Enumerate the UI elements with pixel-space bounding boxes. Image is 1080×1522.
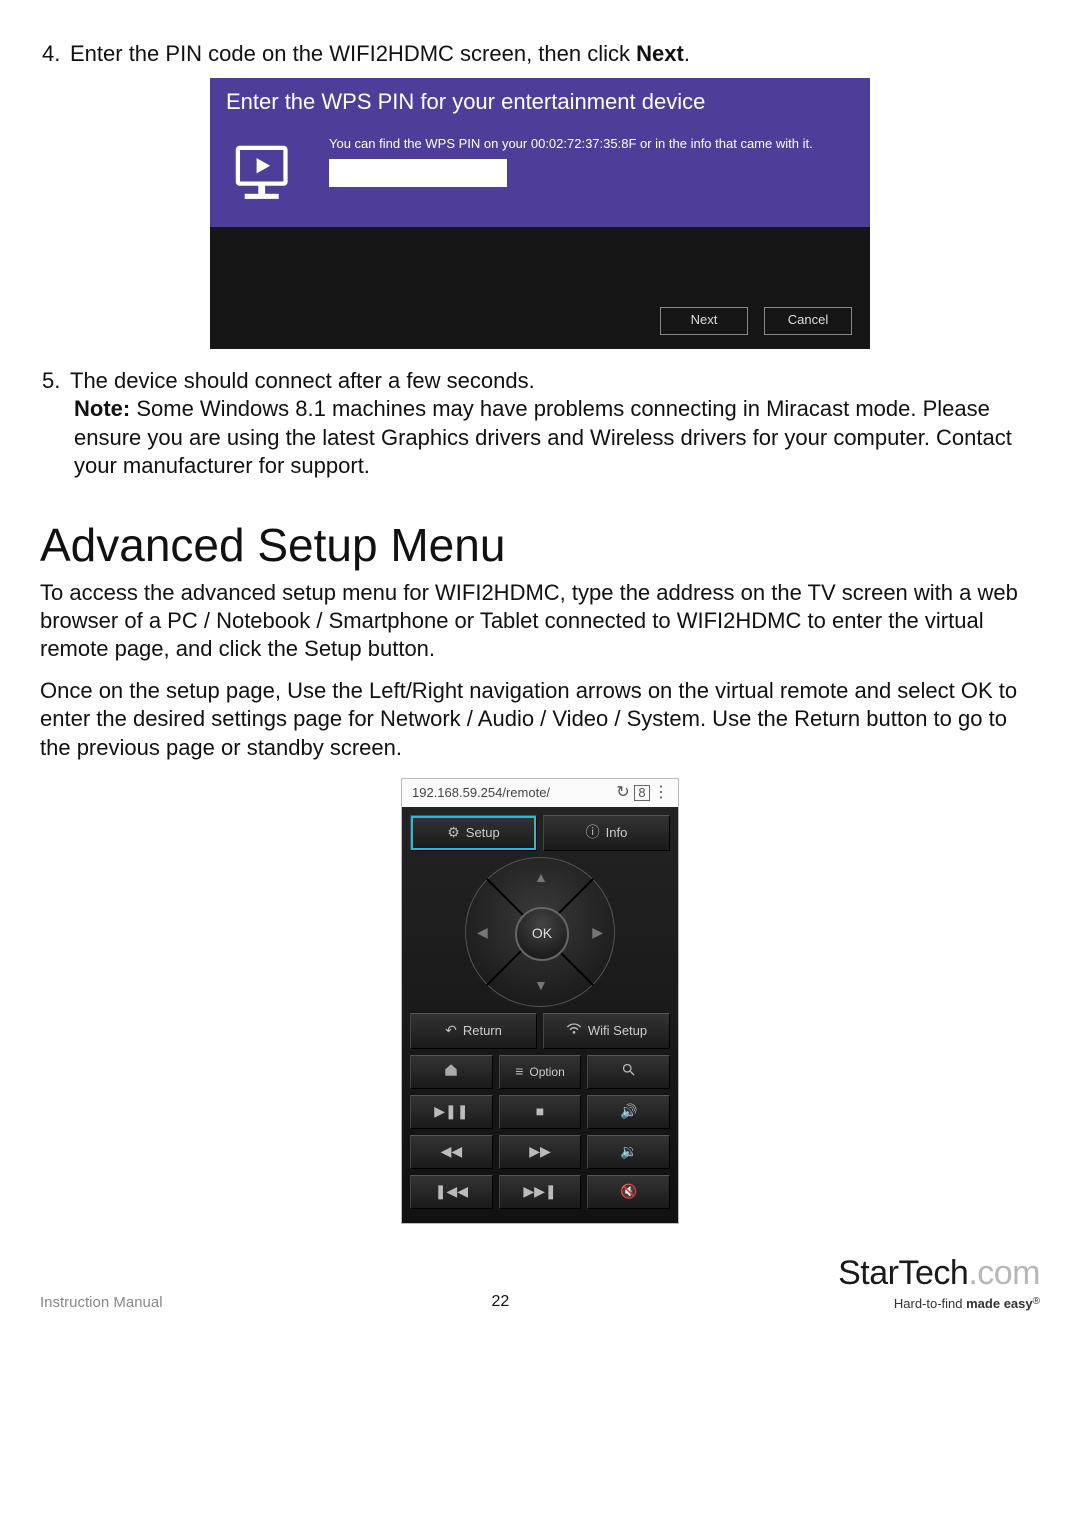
setup-button[interactable]: ⚙ Setup xyxy=(410,815,537,851)
info-button[interactable]: ⓘ Info xyxy=(543,815,670,851)
option-label: Option xyxy=(529,1065,564,1080)
logo-tag-a: Hard-to-find xyxy=(894,1296,966,1311)
browser-address-bar: 192.168.59.254/remote/ ↻ 8 ⋮ xyxy=(402,779,678,808)
fast-forward-icon: ▶▶ xyxy=(529,1143,551,1161)
virtual-remote-screenshot: 192.168.59.254/remote/ ↻ 8 ⋮ ⚙ Setup ⓘ I… xyxy=(401,778,679,1225)
stop-button[interactable]: ■ xyxy=(499,1095,582,1129)
search-icon xyxy=(621,1062,636,1082)
next-button[interactable]: Next xyxy=(660,307,748,335)
step-4-bold: Next xyxy=(636,41,684,66)
wps-dialog: Enter the WPS PIN for your entertainment… xyxy=(210,78,870,349)
paragraph-2: Once on the setup page, Use the Left/Rig… xyxy=(40,677,1040,761)
registered-mark: ® xyxy=(1033,1296,1040,1307)
step-5-note-body: Some Windows 8.1 machines may have probl… xyxy=(74,396,1012,477)
play-pause-icon: ▶❚❚ xyxy=(434,1103,468,1121)
startech-logo: StarTech.com Hard-to-find made easy® xyxy=(838,1252,1040,1312)
step-4-text-b: . xyxy=(684,41,690,66)
refresh-icon[interactable]: ↻ xyxy=(612,785,634,801)
mute-icon: 🔇 xyxy=(620,1183,637,1201)
logo-text-1: StarTech xyxy=(838,1254,968,1292)
monitor-play-icon xyxy=(226,136,311,221)
wps-hint-text: You can find the WPS PIN on your 00:02:7… xyxy=(329,136,854,153)
return-label: Return xyxy=(463,1023,502,1040)
step-5-line1: The device should connect after a few se… xyxy=(70,368,535,393)
logo-tag-b: made easy xyxy=(966,1296,1033,1311)
dpad-up[interactable]: ▲ xyxy=(534,869,548,887)
option-button[interactable]: ≡ Option xyxy=(499,1055,582,1089)
step-4-text-a: Enter the PIN code on the WIFI2HDMC scre… xyxy=(70,41,636,66)
wps-pin-input[interactable] xyxy=(329,159,507,187)
step-4: 4.Enter the PIN code on the WIFI2HDMC sc… xyxy=(40,40,1040,68)
wifi-icon xyxy=(566,1022,582,1041)
fast-forward-button[interactable]: ▶▶ xyxy=(499,1135,582,1169)
volume-up-icon: 🔊 xyxy=(620,1103,637,1121)
home-button[interactable] xyxy=(410,1055,493,1089)
dpad-right[interactable]: ▶ xyxy=(592,924,603,942)
volume-down-icon: 🔉 xyxy=(620,1143,637,1161)
paragraph-1: To access the advanced setup menu for WI… xyxy=(40,579,1040,663)
dpad-ok-button[interactable]: OK xyxy=(515,907,569,961)
wifi-setup-button[interactable]: Wifi Setup xyxy=(543,1013,670,1049)
gear-icon: ⚙ xyxy=(447,824,460,842)
play-pause-button[interactable]: ▶❚❚ xyxy=(410,1095,493,1129)
logo-text-2: .com xyxy=(968,1254,1040,1292)
dpad-down[interactable]: ▼ xyxy=(534,977,548,995)
return-button[interactable]: ↶ Return xyxy=(410,1013,537,1049)
info-icon: ⓘ xyxy=(586,824,600,842)
rewind-icon: ◀◀ xyxy=(441,1143,463,1161)
skip-forward-icon: ▶▶❚ xyxy=(523,1183,556,1201)
wifi-label: Wifi Setup xyxy=(588,1023,647,1040)
search-button[interactable] xyxy=(587,1055,670,1089)
footer-left: Instruction Manual xyxy=(40,1293,163,1312)
home-icon xyxy=(443,1063,459,1082)
stop-icon: ■ xyxy=(536,1103,544,1121)
step-5-number: 5. xyxy=(42,367,70,395)
return-icon: ↶ xyxy=(445,1022,457,1040)
menu-dots-icon[interactable]: ⋮ xyxy=(650,785,672,801)
section-heading: Advanced Setup Menu xyxy=(40,516,1040,575)
dpad-left[interactable]: ◀ xyxy=(477,924,488,942)
skip-back-button[interactable]: ❚◀◀ xyxy=(410,1175,493,1209)
info-label: Info xyxy=(606,825,628,842)
skip-back-icon: ❚◀◀ xyxy=(435,1183,468,1201)
skip-forward-button[interactable]: ▶▶❚ xyxy=(499,1175,582,1209)
page-number: 22 xyxy=(163,1292,839,1312)
wps-dialog-title: Enter the WPS PIN for your entertainment… xyxy=(210,78,870,126)
step-4-number: 4. xyxy=(42,40,70,68)
step-5: 5.The device should connect after a few … xyxy=(40,367,1040,480)
tabs-icon[interactable]: 8 xyxy=(634,785,650,801)
url-text: 192.168.59.254/remote/ xyxy=(408,785,612,802)
rewind-button[interactable]: ◀◀ xyxy=(410,1135,493,1169)
volume-down-button[interactable]: 🔉 xyxy=(587,1135,670,1169)
page-footer: Instruction Manual 22 StarTech.com Hard-… xyxy=(40,1252,1040,1312)
volume-up-button[interactable]: 🔊 xyxy=(587,1095,670,1129)
setup-label: Setup xyxy=(466,825,500,842)
dpad: ▲ ▼ ◀ ▶ OK xyxy=(465,857,615,1007)
step-5-note-label: Note: xyxy=(74,396,130,421)
mute-button[interactable]: 🔇 xyxy=(587,1175,670,1209)
menu-icon: ≡ xyxy=(515,1063,523,1081)
cancel-button[interactable]: Cancel xyxy=(764,307,852,335)
